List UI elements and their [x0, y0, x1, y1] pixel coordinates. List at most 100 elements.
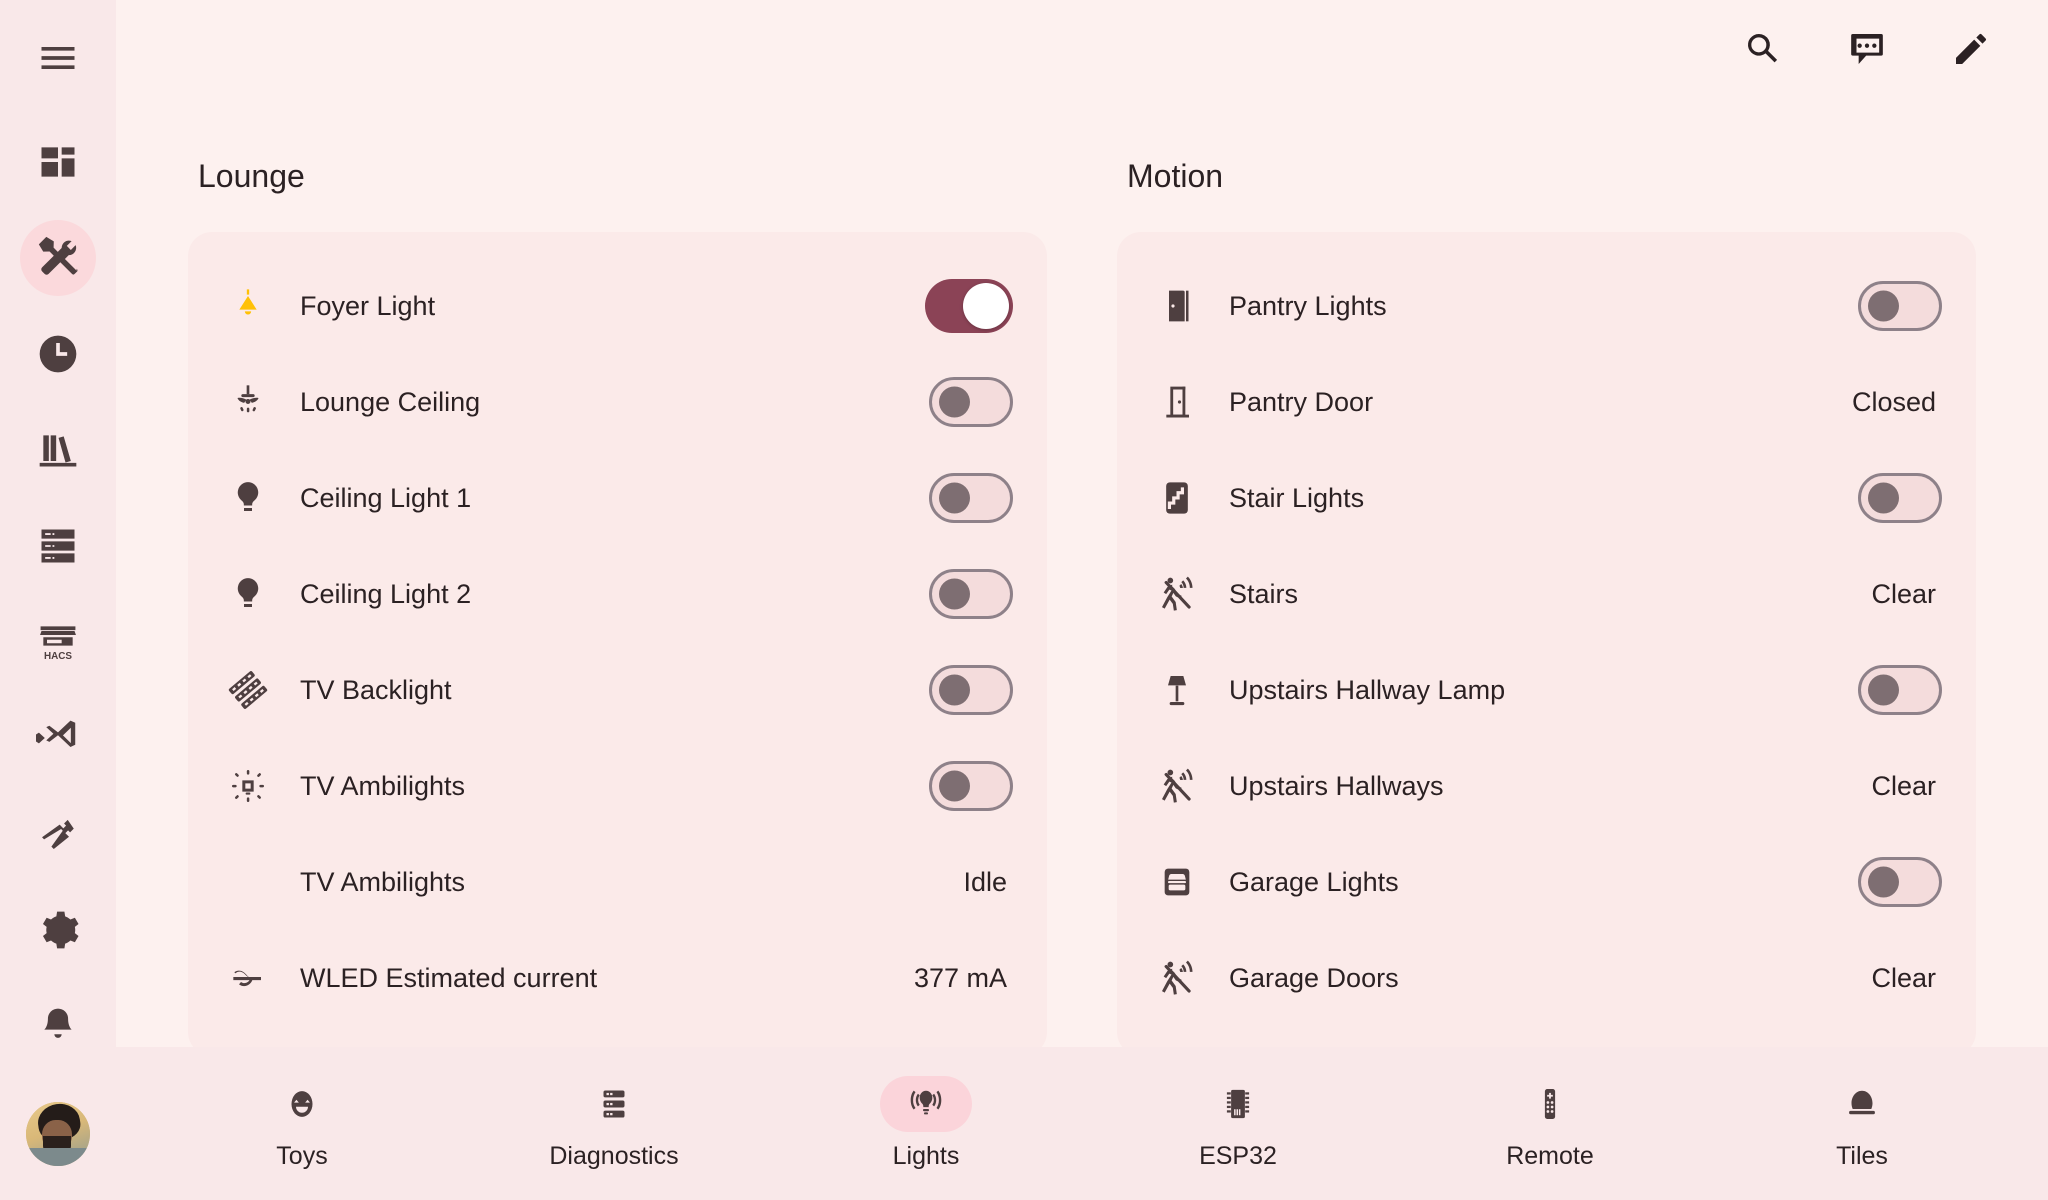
sidebar-item-media[interactable]	[20, 412, 96, 488]
toggle-switch[interactable]	[925, 279, 1013, 333]
sidebar: HACS	[0, 0, 116, 1200]
motion-sensor-off-icon	[1151, 766, 1229, 806]
sidebar-item-terminal[interactable]	[20, 796, 96, 872]
toggle-switch[interactable]	[929, 377, 1013, 427]
emoticon-icon	[284, 1086, 320, 1122]
table-row[interactable]: TV Ambilights Idle	[222, 834, 1013, 930]
page-title-motion: Motion	[1127, 158, 1224, 194]
led-strip-icon	[222, 670, 300, 710]
tab-esp32[interactable]: ESP32	[1163, 1076, 1313, 1171]
row-state: Clear	[1871, 770, 1936, 801]
row-label: Upstairs Hallways	[1229, 770, 1444, 801]
row-label: Pantry Door	[1229, 386, 1374, 417]
sidebar-item-vscode[interactable]	[20, 700, 96, 776]
vscode-icon	[36, 716, 80, 760]
table-row[interactable]: Ceiling Light 1	[222, 450, 1013, 546]
table-row[interactable]: Upstairs Hallways Clear	[1151, 738, 1942, 834]
entities-card-motion: Pantry Lights Pantry Door Closed Stair L…	[1117, 232, 1976, 1047]
tab-remote[interactable]: Remote	[1475, 1076, 1625, 1171]
tools-icon	[35, 235, 81, 281]
door-open-icon	[1151, 286, 1229, 326]
column-motion: Motion Pantry Lights Pantry Door Closed …	[1117, 160, 1976, 1047]
toggle-switch[interactable]	[1858, 473, 1942, 523]
tab-pill	[1192, 1076, 1284, 1132]
lamps-icon	[908, 1086, 944, 1122]
app-root: HACS Lounge Foyer Light Lounge Ceiling C…	[0, 0, 2048, 1200]
table-row[interactable]: Garage Lights	[1151, 834, 1942, 930]
sidebar-item-overview[interactable]	[20, 124, 96, 200]
toggle-knob	[1868, 290, 1899, 322]
row-label: TV Ambilights	[300, 770, 466, 801]
dashboard-content: Lounge Foyer Light Lounge Ceiling Ceilin…	[116, 0, 2048, 1047]
toggle-switch[interactable]	[1858, 857, 1942, 907]
row-label: Upstairs Hallway Lamp	[1229, 674, 1506, 705]
gear-icon	[36, 908, 80, 952]
sidebar-item-logbook[interactable]	[20, 508, 96, 584]
server-icon	[36, 524, 80, 568]
sidebar-item-hacs[interactable]: HACS	[20, 604, 96, 680]
table-row[interactable]: Lounge Ceiling	[222, 354, 1013, 450]
row-state: Clear	[1871, 578, 1936, 609]
tab-lights[interactable]: Lights	[851, 1076, 1001, 1171]
toggle-switch[interactable]	[929, 665, 1013, 715]
floor-lamp-icon	[1151, 670, 1229, 710]
server-rack-icon	[596, 1086, 632, 1122]
hacs-storefront-icon: HACS	[36, 620, 80, 664]
toggle-switch[interactable]	[929, 761, 1013, 811]
table-row[interactable]: Ceiling Light 2	[222, 546, 1013, 642]
toggle-knob	[939, 578, 970, 610]
ceiling-fan-light-icon	[222, 382, 300, 422]
toggle-knob	[1868, 482, 1899, 514]
table-row[interactable]: Stair Lights	[1151, 450, 1942, 546]
toggle-switch[interactable]	[929, 473, 1013, 523]
table-row[interactable]: Pantry Door Closed	[1151, 354, 1942, 450]
sidebar-item-history[interactable]	[20, 316, 96, 392]
tab-pill	[256, 1076, 348, 1132]
table-row[interactable]: TV Backlight	[222, 642, 1013, 738]
tab-toys[interactable]: Toys	[227, 1076, 377, 1171]
bookshelf-icon	[36, 428, 80, 472]
toggle-knob	[1868, 674, 1899, 706]
sidebar-item-developer-tools[interactable]	[20, 220, 96, 296]
sidebar-item-settings[interactable]	[20, 892, 96, 968]
bottom-navigation: Toys Diagnostics Lights ESP32 Remote Til…	[116, 1047, 2048, 1200]
toggle-switch[interactable]	[1858, 665, 1942, 715]
entities-card-lounge: Foyer Light Lounge Ceiling Ceiling Light…	[188, 232, 1047, 1047]
row-label: Ceiling Light 1	[300, 482, 472, 513]
bell-icon	[36, 1004, 80, 1048]
remote-control-icon	[1532, 1086, 1568, 1122]
row-label: TV Ambilights	[300, 866, 466, 897]
row-label: TV Backlight	[300, 674, 452, 705]
led-glow-icon	[222, 766, 300, 806]
motion-sensor-off-icon	[1151, 958, 1229, 998]
toggle-switch[interactable]	[1858, 281, 1942, 331]
current-ac-icon	[222, 958, 300, 998]
row-state: Closed	[1851, 386, 1936, 417]
avatar[interactable]	[26, 1102, 90, 1166]
tab-pill	[1504, 1076, 1596, 1132]
tab-tiles[interactable]: Tiles	[1787, 1076, 1937, 1171]
table-row[interactable]: WLED Estimated current 377 mA	[222, 930, 1013, 1026]
table-row[interactable]: Upstairs Hallway Lamp	[1151, 642, 1942, 738]
door-closed-icon	[1151, 382, 1229, 422]
toggle-knob	[963, 283, 1009, 329]
toggle-knob	[939, 482, 970, 514]
sidebar-item-menu[interactable]	[20, 20, 96, 96]
table-row[interactable]: Foyer Light	[222, 258, 1013, 354]
row-label: Garage Doors	[1229, 962, 1399, 993]
lightbulb-icon	[222, 574, 300, 614]
toggle-switch[interactable]	[929, 569, 1013, 619]
tab-label: Remote	[1506, 1142, 1594, 1170]
table-row[interactable]: TV Ambilights	[222, 738, 1013, 834]
toggle-knob	[1868, 866, 1899, 898]
row-label: Pantry Lights	[1229, 290, 1387, 321]
hamburger-icon	[36, 36, 80, 80]
avatar-shirt	[26, 1148, 90, 1166]
dashboard-icon	[36, 140, 80, 184]
table-row[interactable]: Garage Doors Clear	[1151, 930, 1942, 1026]
table-row[interactable]: Pantry Lights	[1151, 258, 1942, 354]
table-row[interactable]: Stairs Clear	[1151, 546, 1942, 642]
tab-diagnostics[interactable]: Diagnostics	[539, 1076, 689, 1171]
sidebar-item-notifications[interactable]	[20, 988, 96, 1064]
tab-pill	[1816, 1076, 1908, 1132]
